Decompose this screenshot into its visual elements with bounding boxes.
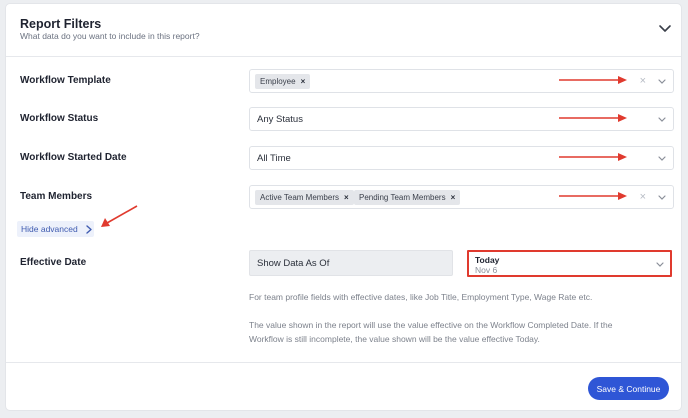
chevron-down-icon[interactable] — [655, 260, 665, 270]
annotation-arrow-icon — [559, 76, 627, 84]
workflow-started-date-label: Workflow Started Date — [20, 152, 127, 163]
chevron-right-icon — [86, 225, 92, 234]
tag-remove-icon[interactable]: × — [344, 193, 349, 202]
tag-label: Pending Team Members — [359, 193, 446, 202]
annotation-arrow-icon — [559, 192, 627, 200]
tag-label: Employee — [260, 77, 296, 86]
tag-remove-icon[interactable]: × — [301, 77, 306, 86]
tag-label: Active Team Members — [260, 193, 339, 202]
annotation-arrow-icon — [101, 205, 138, 227]
effective-date-help-2b: Workflow is still incomplete, the value … — [249, 334, 540, 344]
team-members-label: Team Members — [20, 191, 93, 202]
page-title: Report Filters — [20, 17, 102, 31]
chevron-down-icon[interactable] — [657, 193, 667, 203]
footer-divider — [6, 362, 681, 363]
clear-icon[interactable]: × — [640, 75, 646, 87]
effective-date-value: Today — [475, 255, 500, 265]
tag-active-team-members: Active Team Members × — [255, 190, 354, 205]
hide-advanced-toggle[interactable]: Hide advanced — [17, 221, 94, 237]
chevron-down-icon[interactable] — [657, 154, 667, 164]
workflow-started-date-value: All Time — [257, 153, 291, 164]
clear-icon[interactable]: × — [640, 191, 646, 203]
hide-advanced-label: Hide advanced — [21, 224, 78, 234]
tag-pending-team-members: Pending Team Members × — [354, 190, 461, 205]
report-filters-card: Report Filters What data do you want to … — [5, 3, 682, 411]
effective-date-select[interactable]: Today Nov 6 — [467, 250, 672, 277]
tag-employee: Employee × — [255, 74, 311, 89]
effective-date-label: Effective Date — [20, 257, 87, 268]
effective-date-subvalue: Nov 6 — [475, 265, 498, 275]
effective-date-help-1: For team profile fields with effective d… — [249, 292, 593, 302]
show-data-as-of-value: Show Data As Of — [257, 258, 330, 269]
chevron-down-icon[interactable] — [657, 115, 667, 125]
annotation-arrow-icon — [559, 114, 627, 122]
workflow-status-value: Any Status — [257, 114, 303, 125]
page-subtitle: What data do you want to include in this… — [20, 31, 200, 41]
tag-remove-icon[interactable]: × — [451, 193, 456, 202]
workflow-template-label: Workflow Template — [20, 75, 111, 86]
workflow-status-label: Workflow Status — [20, 113, 99, 124]
chevron-down-icon[interactable] — [657, 77, 667, 87]
chevron-down-icon[interactable] — [657, 22, 673, 36]
show-data-as-of-field[interactable]: Show Data As Of — [249, 250, 453, 276]
save-and-continue-button[interactable]: Save & Continue — [588, 377, 669, 400]
card-header[interactable]: Report Filters What data do you want to … — [6, 4, 681, 57]
effective-date-help-2a: The value shown in the report will use t… — [249, 320, 613, 330]
annotation-arrow-icon — [559, 153, 627, 161]
